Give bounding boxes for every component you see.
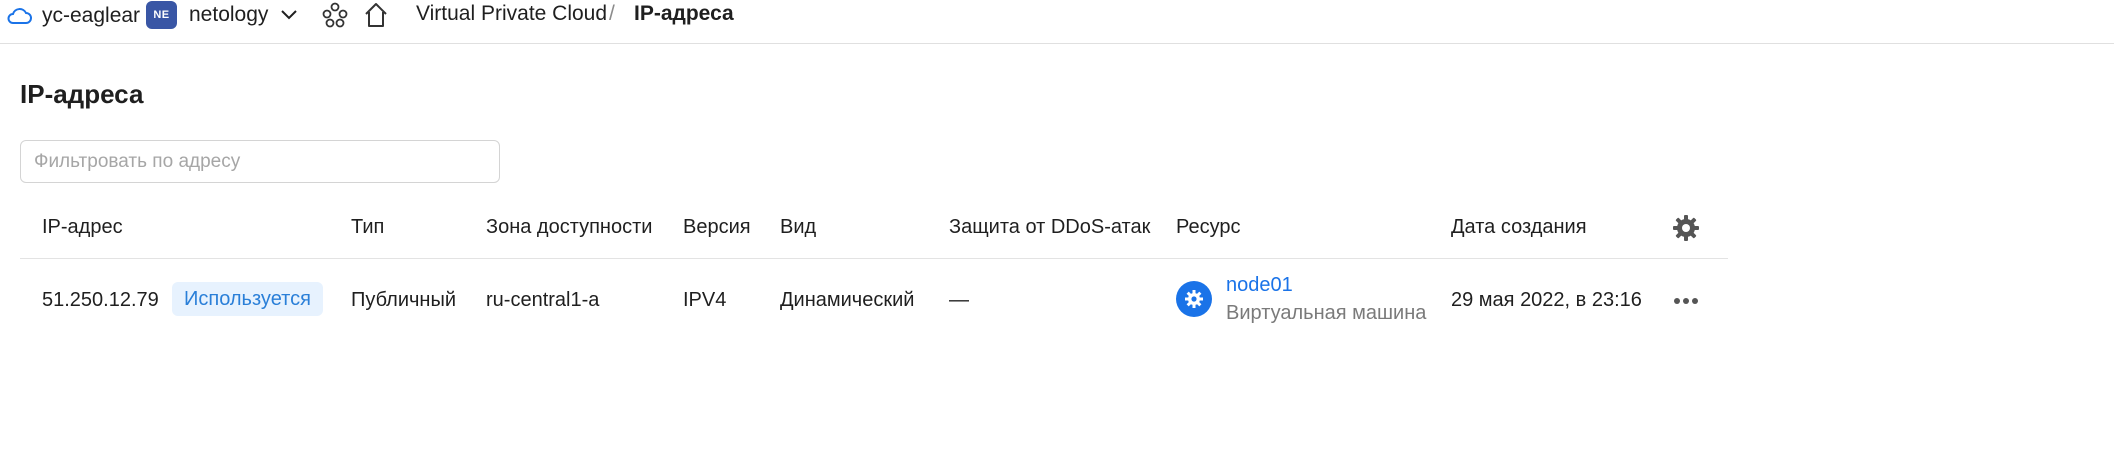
- breadcrumb-current: IP-адреса: [634, 2, 734, 25]
- table-row[interactable]: 51.250.12.79 Используется Публичный ru-c…: [20, 259, 1728, 347]
- org-selector[interactable]: NE netology: [146, 1, 298, 29]
- column-header-ddos[interactable]: Защита от DDoS-атак: [949, 216, 1150, 239]
- cloud-selector[interactable]: yc-eaglear: [6, 4, 140, 28]
- column-header-created[interactable]: Дата создания: [1451, 216, 1587, 239]
- services-icon[interactable]: [321, 1, 349, 34]
- cell-ddos: —: [949, 289, 969, 311]
- resource-text: node01 Виртуальная машина: [1226, 271, 1426, 327]
- table-header: IP-адрес Тип Зона доступности Версия Вид…: [20, 200, 1728, 259]
- resource-link[interactable]: node01: [1226, 271, 1426, 299]
- status-badge: Используется: [172, 282, 323, 316]
- breadcrumb-separator: /: [609, 2, 615, 25]
- cell-created: 29 мая 2022, в 23:16: [1451, 289, 1642, 311]
- column-header-kind[interactable]: Вид: [780, 216, 816, 239]
- cell-type: Публичный: [351, 289, 457, 311]
- compute-icon: [1176, 281, 1212, 317]
- more-icon[interactable]: [1670, 287, 1702, 315]
- cell-version: IPV4: [683, 289, 727, 311]
- org-name: netology: [189, 3, 269, 26]
- cell-zone: ru-central1-a: [486, 289, 600, 311]
- cloud-icon: [6, 6, 32, 26]
- chevron-down-icon: [280, 3, 298, 27]
- cell-kind: Динамический: [780, 289, 915, 311]
- column-header-version[interactable]: Версия: [683, 216, 751, 239]
- page-title: IP-адреса: [20, 79, 144, 109]
- org-avatar: NE: [146, 1, 177, 29]
- resource-type: Виртуальная машина: [1226, 302, 1427, 324]
- top-bar: yc-eaglear NE netology Virtual Private C…: [0, 0, 2114, 44]
- column-header-ip[interactable]: IP-адрес: [42, 216, 123, 239]
- cell-resource: node01 Виртуальная машина: [1176, 271, 1426, 327]
- column-header-type[interactable]: Тип: [351, 216, 384, 239]
- column-header-resource[interactable]: Ресурс: [1176, 216, 1240, 239]
- breadcrumb-service[interactable]: Virtual Private Cloud: [416, 2, 607, 26]
- gear-icon[interactable]: [1670, 212, 1702, 244]
- cell-ip: 51.250.12.79: [42, 289, 159, 311]
- cloud-name: yc-eaglear: [42, 4, 141, 27]
- ip-table: IP-адрес Тип Зона доступности Версия Вид…: [20, 200, 1728, 347]
- home-icon[interactable]: [362, 1, 390, 34]
- column-header-zone[interactable]: Зона доступности: [486, 216, 652, 239]
- filter-input[interactable]: [20, 140, 500, 183]
